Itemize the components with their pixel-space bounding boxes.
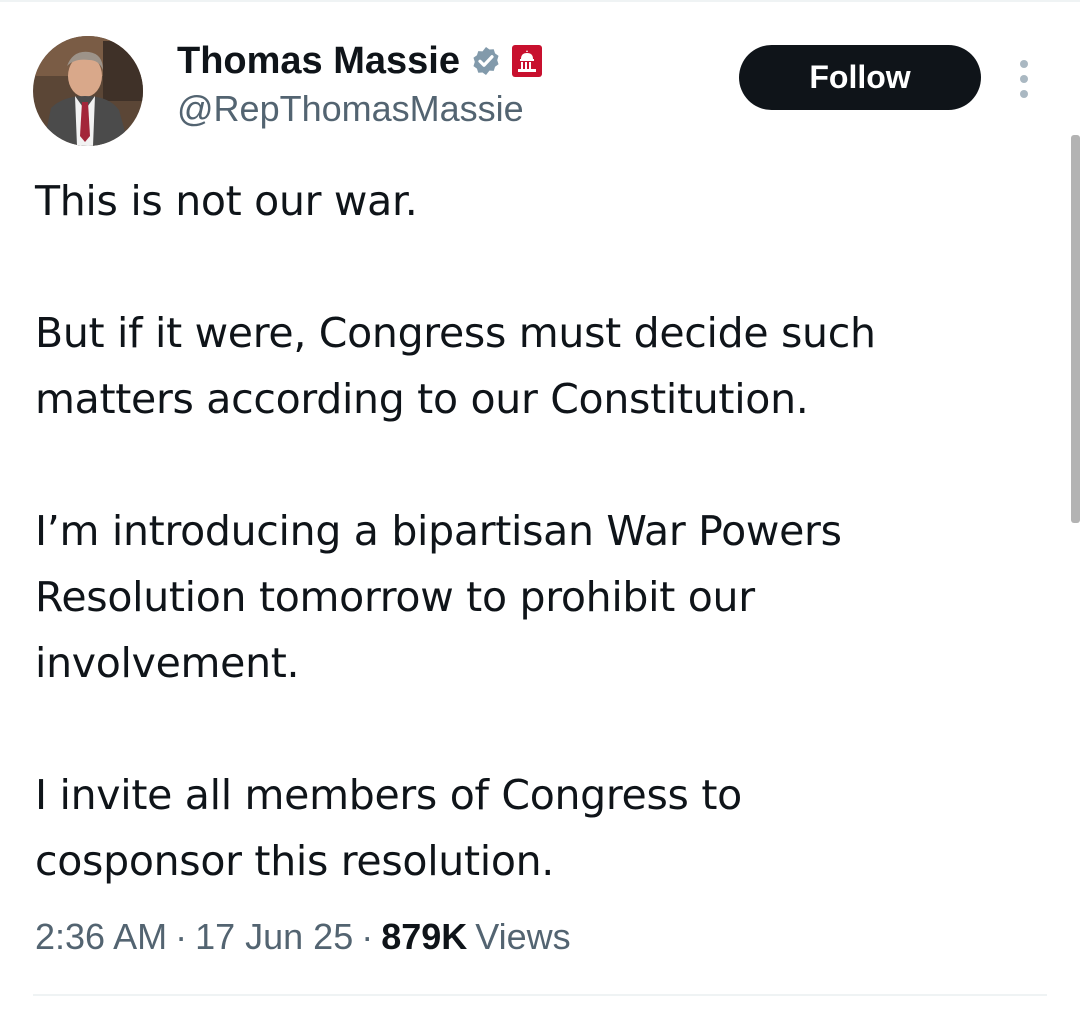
meta-separator: · bbox=[361, 916, 374, 957]
tweet-date[interactable]: 17 Jun 25 bbox=[195, 916, 353, 958]
tweet-paragraph: I’m introducing a bipartisan War Powers … bbox=[35, 507, 842, 687]
tweet-text: This is not our war. But if it were, Con… bbox=[35, 168, 1055, 894]
verified-badge-icon[interactable] bbox=[470, 45, 502, 77]
author-display-name[interactable]: Thomas Massie bbox=[177, 38, 460, 84]
scrollbar-thumb[interactable] bbox=[1071, 135, 1080, 523]
views-label[interactable]: Views bbox=[475, 916, 570, 958]
top-divider bbox=[0, 0, 1080, 2]
bottom-divider bbox=[33, 994, 1047, 996]
avatar[interactable] bbox=[33, 36, 143, 146]
views-count[interactable]: 879K bbox=[381, 916, 467, 958]
author-handle[interactable]: @RepThomasMassie bbox=[177, 86, 524, 132]
more-dot bbox=[1020, 75, 1028, 83]
meta-separator: · bbox=[175, 916, 188, 957]
author-name-row: Thomas Massie bbox=[177, 38, 542, 84]
tweet-paragraph: But if it were, Congress must decide suc… bbox=[35, 309, 876, 423]
tweet-time[interactable]: 2:36 AM bbox=[35, 916, 167, 958]
more-dot bbox=[1020, 90, 1028, 98]
follow-button[interactable]: Follow bbox=[739, 45, 981, 110]
more-dot bbox=[1020, 60, 1028, 68]
tweet-paragraph: I invite all members of Congress to cosp… bbox=[35, 771, 742, 885]
more-vertical-icon[interactable] bbox=[1014, 60, 1034, 98]
capitol-icon[interactable] bbox=[512, 45, 542, 77]
tweet-meta: 2:36 AM · 17 Jun 25 · 879K Views bbox=[35, 912, 571, 962]
tweet-paragraph: This is not our war. bbox=[35, 177, 418, 225]
